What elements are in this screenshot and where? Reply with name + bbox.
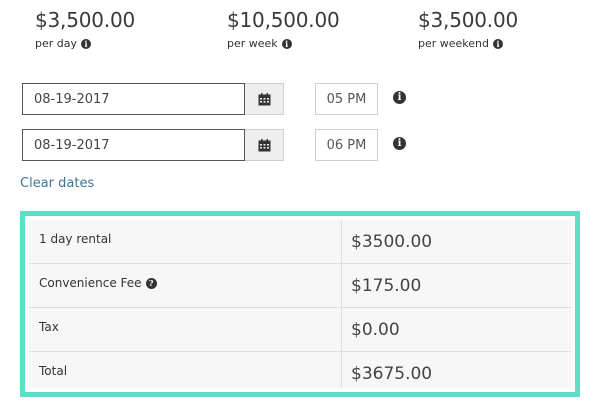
clear-dates-link[interactable]: Clear dates (20, 176, 94, 191)
row-value: $175.00 (351, 276, 422, 296)
rate-per-week: $10,500.00 per week i (227, 6, 340, 50)
info-icon[interactable]: i (281, 38, 292, 49)
calendar-icon (258, 138, 270, 151)
info-icon[interactable]: i (393, 91, 406, 104)
calendar-icon (258, 92, 270, 105)
rate-amount: $10,500.00 (227, 8, 340, 32)
row-value: $3500.00 (351, 232, 433, 252)
start-time-select[interactable]: 05 PM (315, 83, 378, 115)
row-label: Tax (39, 320, 59, 334)
rate-amount: $3,500.00 (35, 8, 135, 32)
row-label: Convenience Fee ? (39, 276, 157, 290)
price-summary-table: 1 day rental $3500.00 Convenience Fee ? … (20, 211, 580, 397)
rate-per-day: $3,500.00 per day i (35, 6, 135, 50)
question-circle-icon[interactable]: ? (145, 277, 157, 289)
table-row-total: Total $3675.00 (29, 352, 571, 396)
end-date-input[interactable]: 08-19-2017 (22, 129, 245, 161)
end-time-select[interactable]: 06 PM (315, 129, 378, 161)
info-icon[interactable]: i (493, 38, 504, 49)
rate-amount: $3,500.00 (418, 8, 518, 32)
rate-unit: per week i (227, 37, 340, 50)
summary-body: 1 day rental $3500.00 Convenience Fee ? … (29, 220, 571, 388)
rate-unit: per weekend i (418, 37, 518, 50)
row-value: $3675.00 (351, 364, 433, 384)
rate-unit-label: per day (35, 37, 78, 50)
row-label-text: Tax (39, 320, 59, 334)
rate-unit-label: per week (227, 37, 278, 50)
row-label-text: 1 day rental (39, 232, 112, 246)
row-value: $0.00 (351, 320, 400, 340)
rate-unit-label: per weekend (418, 37, 490, 50)
start-calendar-button[interactable] (245, 83, 284, 115)
row-label-text: Total (39, 364, 68, 378)
info-icon[interactable]: i (393, 137, 406, 150)
end-calendar-button[interactable] (245, 129, 284, 161)
rate-unit: per day i (35, 37, 135, 50)
start-date-input[interactable]: 08-19-2017 (22, 83, 245, 115)
table-row-rental: 1 day rental $3500.00 (29, 220, 571, 264)
table-row-fee: Convenience Fee ? $175.00 (29, 264, 571, 308)
row-label-text: Convenience Fee (39, 276, 142, 290)
info-icon[interactable]: i (81, 38, 92, 49)
rate-per-weekend: $3,500.00 per weekend i (418, 6, 518, 50)
row-label: Total (39, 364, 67, 378)
table-row-tax: Tax $0.00 (29, 308, 571, 352)
row-label: 1 day rental (39, 232, 111, 246)
